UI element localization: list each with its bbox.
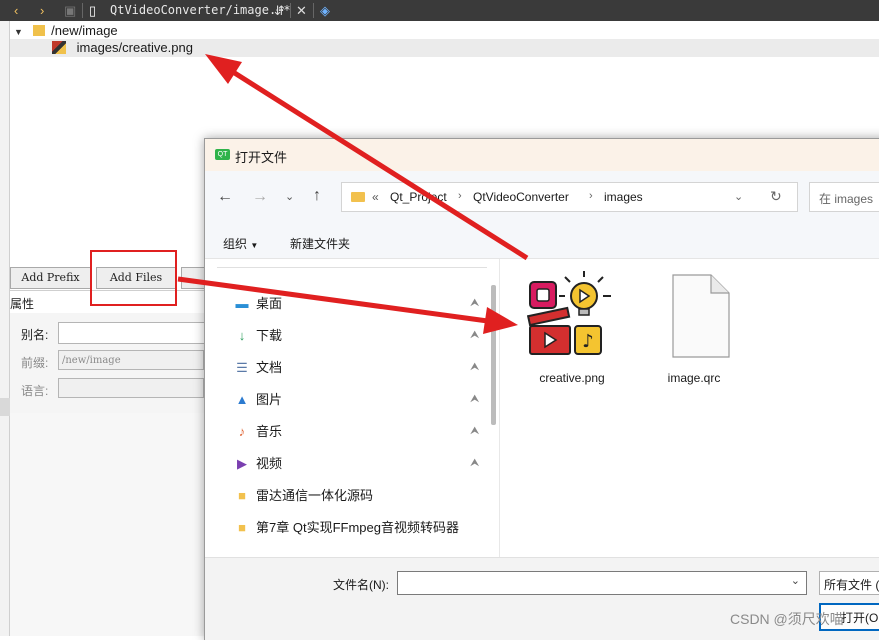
arrow-to-tree: [220, 62, 529, 261]
arrowhead-file: [483, 307, 518, 334]
arrowhead-tree: [205, 54, 242, 84]
annotation-arrows: [177, 54, 529, 334]
csdn-watermark: CSDN @须尺欢喵: [730, 611, 844, 627]
arrow-to-file: [177, 276, 496, 325]
